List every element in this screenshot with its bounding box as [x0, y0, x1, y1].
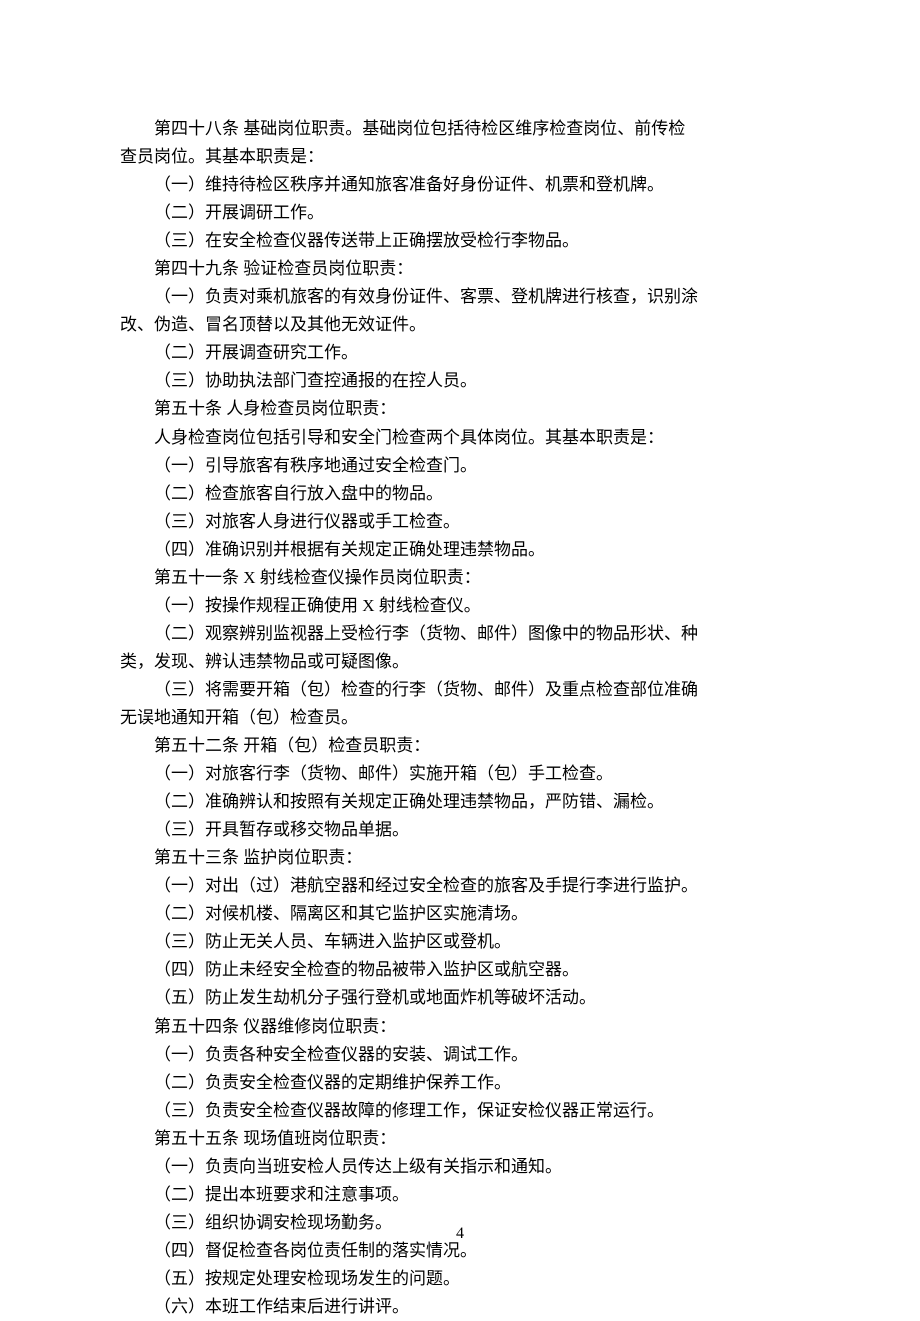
text-line: （五）防止发生劫机分子强行登机或地面炸机等破坏活动。	[120, 984, 800, 1012]
text-line: （六）本班工作结束后进行讲评。	[120, 1293, 800, 1321]
document-body: 第四十八条 基础岗位职责。基础岗位包括待检区维序检查岗位、前传检查员岗位。其基本…	[120, 115, 800, 1321]
text-line: 改、伪造、冒名顶替以及其他无效证件。	[120, 311, 800, 339]
text-line: （三）将需要开箱（包）检查的行李（货物、邮件）及重点检查部位准确	[120, 676, 800, 704]
text-line: 第五十一条 X 射线检查仪操作员岗位职责：	[120, 564, 800, 592]
document-page: 第四十八条 基础岗位职责。基础岗位包括待检区维序检查岗位、前传检查员岗位。其基本…	[0, 0, 920, 1321]
text-line: 类，发现、辨认违禁物品或可疑图像。	[120, 648, 800, 676]
text-line: （三）对旅客人身进行仪器或手工检查。	[120, 508, 800, 536]
text-line: （三）开具暂存或移交物品单据。	[120, 816, 800, 844]
text-line: （二）开展调查研究工作。	[120, 339, 800, 367]
text-line: （二）观察辨别监视器上受检行李（货物、邮件）图像中的物品形状、种	[120, 620, 800, 648]
text-line: 无误地通知开箱（包）检查员。	[120, 704, 800, 732]
text-line: （二）准确辨认和按照有关规定正确处理违禁物品，严防错、漏检。	[120, 788, 800, 816]
text-line: （二）提出本班要求和注意事项。	[120, 1181, 800, 1209]
text-line: （三）防止无关人员、车辆进入监护区或登机。	[120, 928, 800, 956]
text-line: 查员岗位。其基本职责是：	[120, 143, 800, 171]
text-line: （二）开展调研工作。	[120, 199, 800, 227]
text-line: （五）按规定处理安检现场发生的问题。	[120, 1265, 800, 1293]
text-line: （四）准确识别并根据有关规定正确处理违禁物品。	[120, 536, 800, 564]
text-line: 第五十五条 现场值班岗位职责：	[120, 1125, 800, 1153]
text-line: 第五十三条 监护岗位职责：	[120, 844, 800, 872]
text-line: （三）负责安全检查仪器故障的修理工作，保证安检仪器正常运行。	[120, 1097, 800, 1125]
text-line: 第四十九条 验证检查员岗位职责：	[120, 255, 800, 283]
text-line: 第五十条 人身检查员岗位职责：	[120, 395, 800, 423]
text-line: （二）对候机楼、隔离区和其它监护区实施清场。	[120, 900, 800, 928]
text-line: （一）负责向当班安检人员传达上级有关指示和通知。	[120, 1153, 800, 1181]
text-line: 第四十八条 基础岗位职责。基础岗位包括待检区维序检查岗位、前传检	[120, 115, 800, 143]
text-line: （一）对出（过）港航空器和经过安全检查的旅客及手提行李进行监护。	[120, 872, 800, 900]
text-line: （一）引导旅客有秩序地通过安全检查门。	[120, 452, 800, 480]
text-line: （一）对旅客行李（货物、邮件）实施开箱（包）手工检查。	[120, 760, 800, 788]
text-line: （一）按操作规程正确使用 X 射线检查仪。	[120, 592, 800, 620]
text-line: （四）防止未经安全检查的物品被带入监护区或航空器。	[120, 956, 800, 984]
text-line: 第五十二条 开箱（包）检查员职责：	[120, 732, 800, 760]
text-line: （三）协助执法部门查控通报的在控人员。	[120, 367, 800, 395]
text-line: （一）负责对乘机旅客的有效身份证件、客票、登机牌进行核查，识别涂	[120, 283, 800, 311]
text-line: （一）负责各种安全检查仪器的安装、调试工作。	[120, 1041, 800, 1069]
text-line: （一）维持待检区秩序并通知旅客准备好身份证件、机票和登机牌。	[120, 171, 800, 199]
text-line: 第五十四条 仪器维修岗位职责：	[120, 1013, 800, 1041]
text-line: 人身检查岗位包括引导和安全门检查两个具体岗位。其基本职责是：	[120, 424, 800, 452]
text-line: （三）在安全检查仪器传送带上正确摆放受检行李物品。	[120, 227, 800, 255]
text-line: （二）负责安全检查仪器的定期维护保养工作。	[120, 1069, 800, 1097]
text-line: （二）检查旅客自行放入盘中的物品。	[120, 480, 800, 508]
page-number: 4	[0, 1221, 920, 1247]
